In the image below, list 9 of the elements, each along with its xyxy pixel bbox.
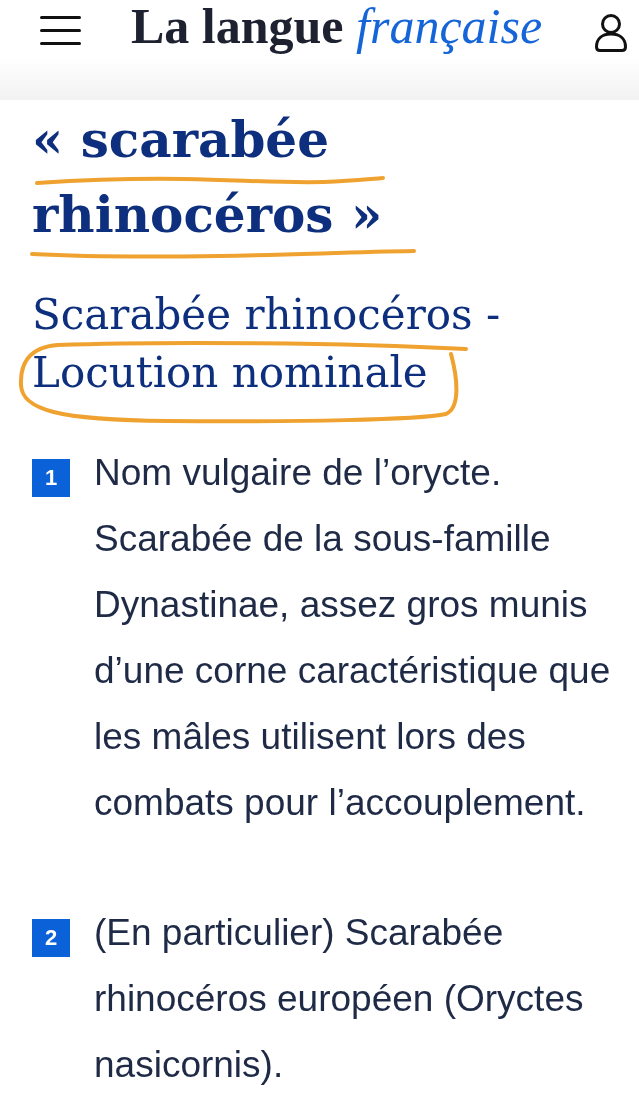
subtitle-text: Scarabée rhinocéros - [32,290,501,339]
user-icon[interactable] [595,14,627,52]
definition-number: 2 [32,919,70,957]
entry-title: « scarabée rhinocéros » [32,110,383,244]
definition-number: 1 [32,459,70,497]
definition-text: Nom vulgaire de l’orycte. Scarabée de la sous-famille Dynastinae, assez gros munis d’une corne caractéristique que les mâles utilisent lors des combats pour l’accouplement. [94,451,612,825]
category-label: Locution nominale [32,348,428,397]
definition-text: (En particulier) Scarabée rhinocéros européen (Oryctes nasicornis). [94,911,585,1087]
menu-icon[interactable] [40,16,81,45]
